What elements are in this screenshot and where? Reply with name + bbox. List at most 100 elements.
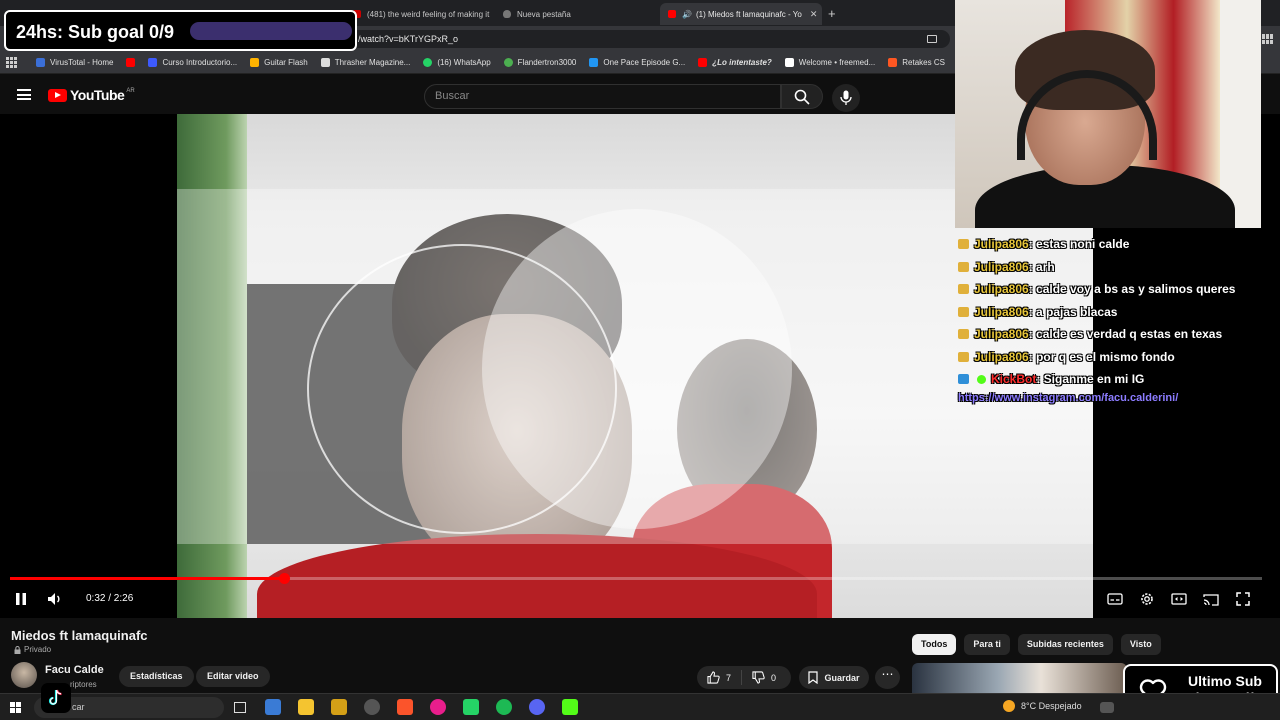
- cast-icon[interactable]: [927, 35, 937, 43]
- subscriber-badge-icon: [958, 306, 969, 317]
- chat-text: : arh: [1028, 259, 1055, 274]
- bookmark-whatsapp[interactable]: (16) WhatsApp: [423, 58, 491, 67]
- tab-new-tab[interactable]: Nueva pestaña: [495, 3, 645, 25]
- dislike-button[interactable]: 0: [742, 671, 786, 684]
- settings-button[interactable]: [1137, 589, 1157, 609]
- pause-button[interactable]: [11, 589, 31, 609]
- file-explorer-icon[interactable]: [265, 699, 281, 715]
- chat-text: : a pajas blacas: [1028, 304, 1118, 319]
- apps-grid-icon[interactable]: [6, 56, 18, 69]
- bookmark-thrasher[interactable]: Thrasher Magazine...: [320, 58, 410, 67]
- tab-weird-feeling[interactable]: (481) the weird feeling of making it t: [345, 3, 490, 25]
- bookmark-label: ¿Lo intentaste?: [712, 58, 772, 67]
- bookmark-flandertron[interactable]: Flandertron3000: [503, 58, 577, 67]
- bookmark-freemed[interactable]: Welcome • freemed...: [784, 58, 875, 67]
- virustotal-icon: [36, 58, 45, 67]
- search-placeholder: Buscar: [435, 90, 470, 102]
- course-icon: [148, 58, 158, 67]
- verified-badge-icon: [977, 375, 986, 384]
- cast-icon: [1203, 593, 1219, 606]
- chip-watched[interactable]: Visto: [1120, 634, 1161, 655]
- subtitles-icon: [1107, 593, 1123, 605]
- like-count: 7: [726, 672, 732, 683]
- sun-icon: [1003, 700, 1015, 712]
- gear-icon: [1141, 593, 1153, 605]
- menu-icon[interactable]: [17, 89, 31, 100]
- youtube-header: YouTube AR Buscar: [0, 74, 955, 114]
- search-button[interactable]: [781, 84, 823, 109]
- bookmark-lo-intentaste[interactable]: ¿Lo intentaste?: [698, 58, 772, 67]
- bookmark-label: Retakes CS: [902, 58, 945, 67]
- cast-button[interactable]: [1201, 589, 1221, 609]
- weather-text: 8°C Despejado: [1021, 701, 1082, 711]
- bookmark-one-pace[interactable]: One Pace Episode G...: [589, 58, 685, 67]
- chip-for-you[interactable]: Para ti: [964, 634, 1010, 655]
- store-icon[interactable]: [298, 699, 314, 715]
- retakes-icon: [888, 58, 898, 67]
- tab-active-video[interactable]: 🔊 (1) Miedos ft lamaquinafc - Yo ✕: [660, 3, 822, 25]
- edit-video-button[interactable]: Editar video: [196, 666, 270, 687]
- chat-message: Julipa806: a pajas blacas: [955, 301, 1280, 324]
- channel-avatar[interactable]: [11, 662, 37, 688]
- tiktok-logo-icon: [48, 689, 62, 706]
- channel-name[interactable]: Facu Calde: [45, 664, 104, 676]
- streamer-webcam: [955, 0, 1261, 228]
- new-tab-icon[interactable]: +: [828, 6, 836, 21]
- folder-icon[interactable]: [331, 699, 347, 715]
- progress-bar[interactable]: [10, 573, 1262, 584]
- chip-recent-uploads[interactable]: Subidas recientes: [1017, 634, 1113, 655]
- youtube-play-icon: [48, 88, 67, 102]
- bookmark-retakes[interactable]: Retakes CS: [888, 58, 945, 67]
- theater-mode-button[interactable]: [1169, 589, 1189, 609]
- guitar-icon: [250, 58, 260, 67]
- youtube-logo[interactable]: YouTube AR: [48, 87, 135, 103]
- obs-icon[interactable]: [364, 699, 380, 715]
- pink-app-icon[interactable]: [430, 699, 446, 715]
- bookmark-virustotal[interactable]: VirusTotal - Home: [36, 58, 113, 67]
- time-display: 0:32 / 2:26: [86, 593, 134, 604]
- voice-search-button[interactable]: [832, 84, 860, 112]
- more-actions-button[interactable]: ⋯: [875, 666, 900, 689]
- country-code: AR: [126, 87, 135, 94]
- chat-message: KickBot: Siganme en mi IG: [955, 368, 1280, 391]
- one-pace-icon: [589, 58, 599, 67]
- analytics-button[interactable]: Estadísticas: [119, 666, 194, 687]
- task-view-icon[interactable]: [234, 702, 246, 713]
- spotify-icon[interactable]: [496, 699, 512, 715]
- youtube-favicon-icon: [126, 58, 136, 67]
- kick-icon[interactable]: [562, 699, 578, 715]
- discord-icon[interactable]: [529, 699, 545, 715]
- subtitles-button[interactable]: [1105, 589, 1125, 609]
- chat-text: : por q es el mismo fondo: [1028, 349, 1175, 364]
- weather-widget[interactable]: 8°C Despejado: [1003, 700, 1082, 712]
- chat-link[interactable]: https://www.instagram.com/facu.calderini…: [958, 391, 1280, 405]
- flandertron-icon: [503, 58, 513, 67]
- privacy-label: Privado: [24, 645, 52, 654]
- close-tab-icon[interactable]: ✕: [810, 9, 818, 20]
- chat-username: KickBot: [991, 372, 1037, 386]
- search-input[interactable]: Buscar: [424, 84, 781, 109]
- bookmark-curso[interactable]: Curso Introductorio...: [148, 58, 237, 67]
- system-tray-icon[interactable]: [1100, 702, 1114, 713]
- bookmark-label: Flandertron3000: [517, 58, 577, 67]
- subscriber-badge-icon: [958, 284, 969, 294]
- url-input[interactable]: /watch?v=bKTrYGPxR_o: [300, 30, 950, 48]
- chat-text: : calde es verdad q estas en texas: [1028, 327, 1223, 341]
- extensions-icon[interactable]: [1262, 34, 1274, 44]
- bookmark-guitar-flash[interactable]: Guitar Flash: [250, 58, 308, 67]
- brave-icon[interactable]: [397, 699, 413, 715]
- save-button[interactable]: Guardar: [799, 666, 869, 689]
- volume-button[interactable]: [45, 589, 65, 609]
- chat-username: Julipa806: [974, 237, 1029, 251]
- speaker-icon[interactable]: 🔊: [682, 10, 692, 19]
- bookmark-youtube[interactable]: [126, 58, 140, 67]
- youtube-favicon-icon: [668, 10, 676, 18]
- chat-text: : Siganme en mi IG: [1036, 372, 1145, 386]
- windows-start-icon[interactable]: [10, 702, 21, 713]
- like-button[interactable]: 7: [697, 670, 743, 685]
- chip-all[interactable]: Todos: [912, 634, 957, 655]
- sub-goal-progress-bar: [190, 22, 352, 40]
- fullscreen-button[interactable]: [1233, 589, 1253, 609]
- whatsapp-icon[interactable]: [463, 699, 479, 715]
- microphone-icon: [840, 90, 852, 105]
